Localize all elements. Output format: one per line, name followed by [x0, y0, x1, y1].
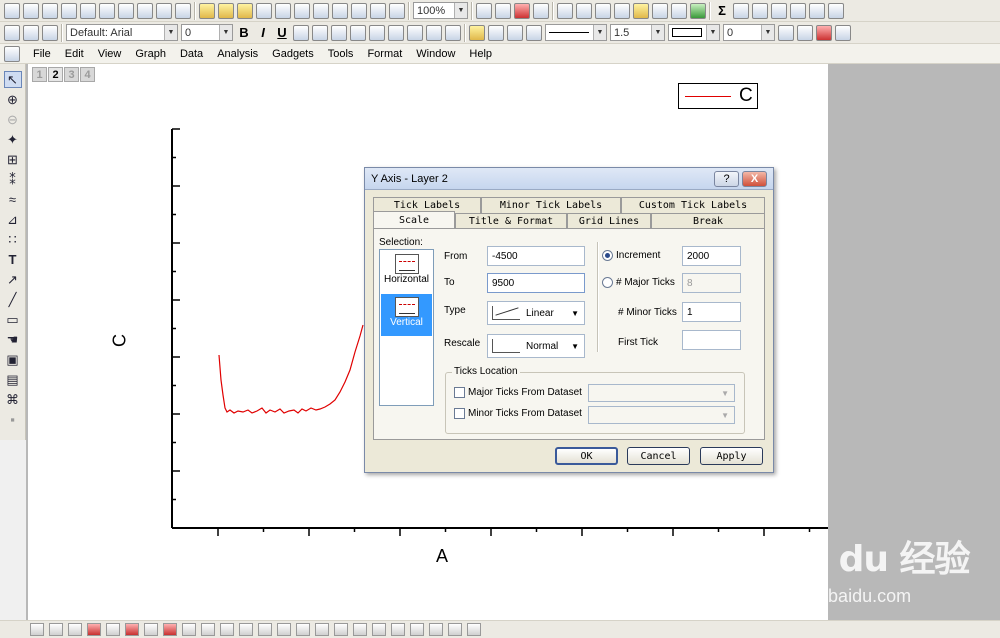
chevron-down-icon: ▼	[571, 342, 579, 351]
rescale-select[interactable]: Normal ▼	[487, 334, 585, 358]
merge-graph-icon[interactable]	[315, 623, 329, 636]
help-icon[interactable]: ?	[714, 171, 739, 187]
minor-ticks-input[interactable]: 1	[682, 302, 741, 322]
column-plot-icon[interactable]	[87, 623, 101, 636]
increment-input[interactable]: 2000	[682, 246, 741, 266]
multi-panel-icon[interactable]	[296, 623, 310, 636]
watermark-url: jingyan.baidu.com	[766, 586, 912, 606]
first-tick-input[interactable]	[682, 330, 741, 350]
move-layer-icon[interactable]	[467, 623, 481, 636]
selection-label: Selection:	[379, 237, 423, 248]
dialog-titlebar[interactable]: Y Axis - Layer 2 ? X	[365, 168, 773, 190]
chevron-down-icon: ▼	[721, 411, 729, 420]
tab-break[interactable]: Break	[651, 213, 765, 229]
selection-vertical-label: Vertical	[390, 317, 423, 328]
rescale-icon	[492, 339, 520, 353]
tab-row-bottom: Scale Title & Format Grid Lines Break	[373, 211, 765, 229]
template-icon[interactable]	[201, 623, 215, 636]
minor-from-dataset-label: Minor Ticks From Dataset	[468, 408, 582, 419]
selection-vertical[interactable]: Vertical	[381, 294, 432, 336]
stack-plot-icon[interactable]	[125, 623, 139, 636]
bar-plot-icon[interactable]	[106, 623, 120, 636]
vertical-axis-icon	[394, 297, 419, 317]
major-from-dataset-label: Major Ticks From Dataset	[468, 387, 582, 398]
to-input[interactable]: 9500	[487, 273, 585, 293]
major-ticks-input[interactable]: 8	[682, 273, 741, 293]
close-icon[interactable]: X	[742, 171, 767, 187]
box-plot-icon[interactable]	[182, 623, 196, 636]
data-curve[interactable]	[218, 324, 364, 414]
major-dataset-select[interactable]: ▼	[588, 384, 735, 402]
extract-layers-icon[interactable]	[353, 623, 367, 636]
first-tick-label: First Tick	[618, 337, 658, 348]
divider	[597, 242, 599, 352]
increment-radio[interactable]	[602, 250, 613, 261]
cancel-button[interactable]: Cancel	[627, 447, 690, 465]
minor-from-dataset-checkbox[interactable]	[454, 408, 465, 419]
tab-minor-tick-labels[interactable]: Minor Tick Labels	[481, 197, 621, 213]
rescale-axes-icon[interactable]	[429, 623, 443, 636]
arrange-layers-icon[interactable]	[391, 623, 405, 636]
dialog-title: Y Axis - Layer 2	[371, 172, 448, 185]
x-axis[interactable]	[172, 527, 828, 536]
scale-tab-panel: Selection: Horizontal Vertical From -450…	[373, 228, 765, 440]
error-bar-icon[interactable]	[410, 623, 424, 636]
stack-layers-icon[interactable]	[334, 623, 348, 636]
y-axis-dialog: Y Axis - Layer 2 ? X Tick Labels Minor T…	[364, 167, 774, 473]
selection-horizontal[interactable]: Horizontal	[381, 251, 432, 293]
tab-custom-tick-labels[interactable]: Custom Tick Labels	[621, 197, 765, 213]
y-axis-title[interactable]: C	[110, 331, 131, 351]
line-plot-icon[interactable]	[30, 623, 44, 636]
polar-icon[interactable]	[258, 623, 272, 636]
ticks-location-label: Ticks Location	[452, 366, 520, 377]
ok-button[interactable]: OK	[555, 447, 618, 465]
major-from-dataset-checkbox[interactable]	[454, 387, 465, 398]
graph-toolbar	[0, 620, 1000, 638]
y-axis[interactable]	[171, 128, 180, 529]
area-plot-icon[interactable]	[163, 623, 177, 636]
type-value: Linear	[526, 307, 554, 319]
type-select[interactable]: Linear ▼	[487, 301, 585, 325]
to-label: To	[444, 277, 455, 288]
tab-grid-lines[interactable]: Grid Lines	[567, 213, 651, 229]
increment-label: Increment	[616, 250, 661, 261]
rescale-label: Rescale	[444, 338, 481, 349]
baidu-watermark: Bai du 经验 jingyan.baidu.com	[766, 530, 996, 620]
ticks-location-group: Ticks Location Major Ticks From Dataset …	[445, 366, 745, 434]
minor-ticks-label: # Minor Ticks	[618, 307, 677, 318]
horizontal-axis-icon	[394, 254, 419, 274]
help-icon[interactable]	[448, 623, 462, 636]
watermark-logo: Bai du 经验	[766, 539, 971, 580]
from-label: From	[444, 251, 468, 262]
from-input[interactable]: -4500	[487, 246, 585, 266]
chevron-down-icon: ▼	[721, 389, 729, 398]
line-symbol-icon[interactable]	[68, 623, 82, 636]
add-layer-icon[interactable]	[372, 623, 386, 636]
contour-icon[interactable]	[220, 623, 234, 636]
selection-horizontal-label: Horizontal	[383, 274, 430, 285]
pie-plot-icon[interactable]	[144, 623, 158, 636]
major-ticks-radio[interactable]	[602, 277, 613, 288]
tab-scale[interactable]: Scale	[373, 211, 455, 229]
x-axis-title[interactable]: A	[436, 546, 448, 567]
major-ticks-label: # Major Ticks	[616, 277, 675, 288]
scatter-plot-icon[interactable]	[49, 623, 63, 636]
axis-selection-list: Horizontal Vertical	[379, 249, 434, 406]
ternary-icon[interactable]	[277, 623, 291, 636]
surface-icon[interactable]	[239, 623, 253, 636]
rescale-value: Normal	[526, 340, 559, 352]
type-label: Type	[444, 305, 466, 316]
tab-title-format[interactable]: Title & Format	[455, 213, 567, 229]
linear-scale-icon	[492, 306, 520, 320]
minor-dataset-select[interactable]: ▼	[588, 406, 735, 424]
chevron-down-icon: ▼	[571, 309, 579, 318]
apply-button[interactable]: Apply	[700, 447, 763, 465]
